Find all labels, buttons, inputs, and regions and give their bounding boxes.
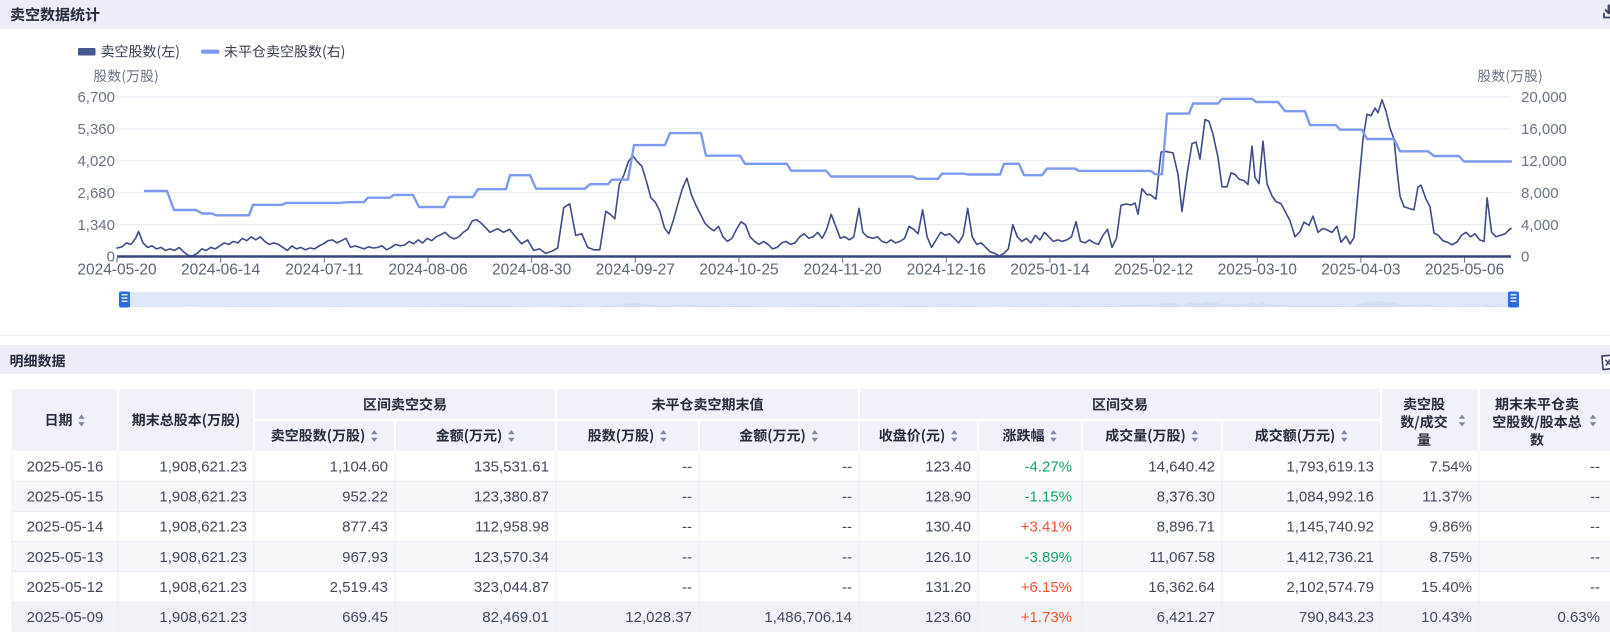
svg-text:669.45: 669.45 — [342, 609, 388, 626]
svg-text:--: -- — [1590, 549, 1600, 566]
svg-text:128.90: 128.90 — [925, 489, 971, 506]
svg-text:2025-05-13: 2025-05-13 — [27, 549, 104, 566]
svg-text:0.63%: 0.63% — [1557, 609, 1600, 626]
svg-text:--: -- — [842, 458, 852, 475]
svg-text:20,000: 20,000 — [1521, 89, 1567, 106]
svg-text:1,486,706.14: 1,486,706.14 — [764, 609, 852, 626]
svg-text:--: -- — [1590, 458, 1600, 475]
svg-text:-1.15%: -1.15% — [1024, 489, 1072, 506]
svg-text:--: -- — [1590, 579, 1600, 596]
svg-text:323,044.87: 323,044.87 — [474, 579, 549, 596]
svg-text:--: -- — [682, 458, 692, 475]
svg-text:+1.73%: +1.73% — [1021, 609, 1072, 626]
svg-text:1,908,621.23: 1,908,621.23 — [159, 579, 247, 596]
svg-text:130.40: 130.40 — [925, 519, 971, 536]
svg-text:--: -- — [1590, 489, 1600, 506]
svg-text:7.54%: 7.54% — [1429, 458, 1472, 475]
svg-text:--: -- — [842, 579, 852, 596]
svg-text:952.22: 952.22 — [342, 489, 388, 506]
svg-text:1,908,621.23: 1,908,621.23 — [159, 489, 247, 506]
svg-text:1,908,621.23: 1,908,621.23 — [159, 519, 247, 536]
svg-text:11,067.58: 11,067.58 — [1149, 549, 1215, 566]
svg-text:2,102,574.79: 2,102,574.79 — [1286, 579, 1374, 596]
svg-text:1,340: 1,340 — [77, 217, 115, 234]
svg-text:--: -- — [842, 489, 852, 506]
svg-text:+6.15%: +6.15% — [1021, 579, 1072, 596]
svg-text:2025-02-12: 2025-02-12 — [1114, 262, 1193, 279]
svg-text:8,000: 8,000 — [1521, 185, 1559, 202]
svg-text:5,360: 5,360 — [77, 121, 115, 138]
svg-text:135,531.61: 135,531.61 — [474, 458, 549, 475]
svg-text:12,000: 12,000 — [1521, 153, 1567, 170]
svg-text:2025-01-14: 2025-01-14 — [1010, 262, 1090, 279]
svg-text:8,896.71: 8,896.71 — [1157, 519, 1215, 536]
svg-text:2024-11-20: 2024-11-20 — [804, 262, 883, 279]
svg-text:12,028.37: 12,028.37 — [625, 609, 692, 626]
svg-text:1,412,736.21: 1,412,736.21 — [1286, 549, 1374, 566]
svg-text:2025-05-12: 2025-05-12 — [27, 579, 104, 596]
svg-text:8.75%: 8.75% — [1429, 549, 1472, 566]
svg-text:2025-04-03: 2025-04-03 — [1321, 262, 1400, 279]
svg-text:-3.89%: -3.89% — [1024, 549, 1072, 566]
svg-text:15.40%: 15.40% — [1421, 579, 1472, 596]
svg-text:2024-08-30: 2024-08-30 — [492, 262, 572, 279]
svg-text:16,362.64: 16,362.64 — [1148, 579, 1215, 596]
svg-text:877.43: 877.43 — [342, 519, 388, 536]
svg-text:2024-08-06: 2024-08-06 — [388, 262, 467, 279]
svg-text:6,700: 6,700 — [77, 89, 115, 106]
svg-text:1,084,992.16: 1,084,992.16 — [1286, 489, 1374, 506]
svg-text:--: -- — [682, 489, 692, 506]
svg-text:2025-05-16: 2025-05-16 — [27, 458, 104, 475]
svg-text:2025-05-09: 2025-05-09 — [27, 609, 104, 626]
svg-text:790,843.23: 790,843.23 — [1299, 609, 1374, 626]
svg-text:2024-05-20: 2024-05-20 — [77, 262, 157, 279]
svg-text:2024-07-11: 2024-07-11 — [285, 262, 363, 279]
svg-text:6,421.27: 6,421.27 — [1157, 609, 1215, 626]
svg-text:2025-03-10: 2025-03-10 — [1218, 262, 1298, 279]
svg-text:--: -- — [682, 549, 692, 566]
svg-text:2025-05-06: 2025-05-06 — [1425, 262, 1504, 279]
svg-text:123,570.34: 123,570.34 — [474, 549, 549, 566]
svg-text:967.93: 967.93 — [342, 549, 388, 566]
svg-text:2,680: 2,680 — [77, 185, 115, 202]
svg-text:--: -- — [842, 549, 852, 566]
svg-text:--: -- — [682, 519, 692, 536]
svg-text:1,145,740.92: 1,145,740.92 — [1286, 519, 1374, 536]
svg-text:2024-06-14: 2024-06-14 — [181, 262, 261, 279]
svg-text:112,958.98: 112,958.98 — [475, 519, 549, 536]
svg-text:4,020: 4,020 — [77, 153, 115, 170]
svg-text:123.60: 123.60 — [925, 609, 971, 626]
svg-text:1,104.60: 1,104.60 — [330, 458, 388, 475]
svg-text:11.37%: 11.37% — [1422, 489, 1472, 506]
svg-text:2025-05-15: 2025-05-15 — [27, 489, 104, 506]
svg-text:--: -- — [682, 579, 692, 596]
svg-text:9.86%: 9.86% — [1429, 519, 1472, 536]
svg-text:+3.41%: +3.41% — [1021, 519, 1072, 536]
svg-text:1,908,621.23: 1,908,621.23 — [159, 458, 247, 475]
svg-text:2024-12-16: 2024-12-16 — [907, 262, 986, 279]
svg-text:2024-09-27: 2024-09-27 — [596, 262, 675, 279]
svg-text:123,380.87: 123,380.87 — [474, 489, 549, 506]
svg-text:1,793,619.13: 1,793,619.13 — [1286, 458, 1374, 475]
svg-text:82,469.01: 82,469.01 — [482, 609, 549, 626]
svg-text:4,000: 4,000 — [1521, 217, 1559, 234]
svg-text:1,908,621.23: 1,908,621.23 — [159, 549, 247, 566]
svg-text:126.10: 126.10 — [925, 549, 971, 566]
svg-text:2024-10-25: 2024-10-25 — [699, 262, 778, 279]
svg-text:0: 0 — [1521, 249, 1529, 266]
svg-text:10.43%: 10.43% — [1421, 609, 1472, 626]
svg-text:--: -- — [1590, 519, 1600, 536]
svg-text:1,908,621.23: 1,908,621.23 — [159, 609, 247, 626]
svg-text:2025-05-14: 2025-05-14 — [27, 519, 104, 536]
svg-text:14,640.42: 14,640.42 — [1148, 458, 1215, 475]
svg-text:--: -- — [842, 519, 852, 536]
svg-text:16,000: 16,000 — [1521, 121, 1567, 138]
svg-text:8,376.30: 8,376.30 — [1157, 489, 1215, 506]
svg-text:123.40: 123.40 — [925, 458, 971, 475]
svg-text:-4.27%: -4.27% — [1024, 458, 1072, 475]
svg-text:131.20: 131.20 — [925, 579, 971, 596]
svg-text:2,519.43: 2,519.43 — [330, 579, 388, 596]
